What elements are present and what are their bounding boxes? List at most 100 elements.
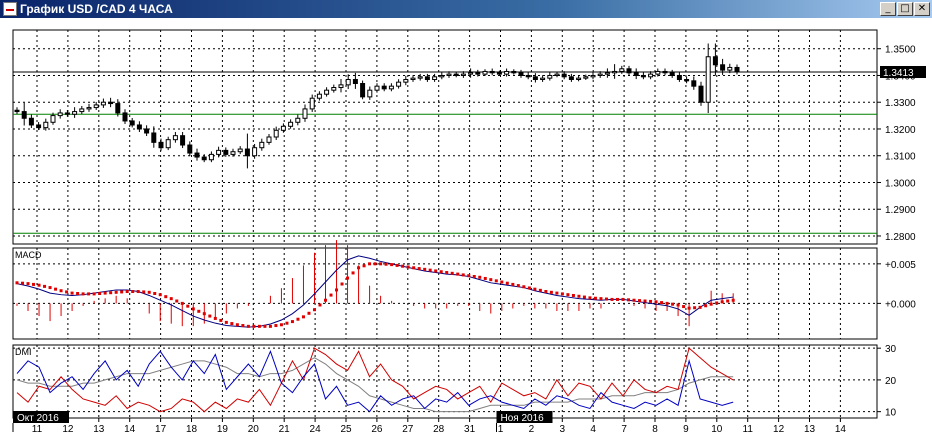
candle-body xyxy=(640,74,646,78)
price-ytick-label: 1.3100 xyxy=(885,152,916,163)
macd-signal-dot xyxy=(362,264,366,268)
candle-body xyxy=(619,68,625,72)
macd-signal-dot xyxy=(285,321,289,325)
candle-body xyxy=(316,93,322,99)
macd-signal-dot xyxy=(439,270,443,274)
macd-signal-dot xyxy=(109,291,113,295)
candle-body xyxy=(28,117,34,126)
macd-signal-dot xyxy=(279,323,283,327)
candle-body xyxy=(511,70,517,74)
macd-signal-dot xyxy=(527,286,531,290)
macd-signal-dot xyxy=(357,266,361,270)
macd-signal-dot xyxy=(604,297,608,301)
current-price-label: 1.3413 xyxy=(883,68,914,79)
macd-signal-dot xyxy=(202,312,206,316)
candle-body xyxy=(583,76,589,79)
x-tick-label: 13 xyxy=(804,424,816,435)
macd-signal-dot xyxy=(241,324,245,328)
minimize-button[interactable]: _ xyxy=(880,2,896,16)
macd-signal-dot xyxy=(660,301,664,305)
macd-signal-dot xyxy=(48,286,52,290)
macd-signal-dot xyxy=(301,315,305,319)
maximize-button[interactable]: □ xyxy=(897,2,913,16)
macd-signal-dot xyxy=(395,263,399,267)
chart-area[interactable]: MACD DMI 1.35001.34001.33001.32001.31001… xyxy=(0,18,932,445)
candle-body xyxy=(36,124,42,129)
macd-signal-dot xyxy=(257,324,261,328)
macd-signal-dot xyxy=(456,272,460,276)
x-tick-label: 24 xyxy=(310,424,322,435)
macd-signal-dot xyxy=(401,264,405,268)
candle-body xyxy=(288,121,294,127)
candle-body xyxy=(460,73,466,76)
macd-signal-dot xyxy=(318,303,322,307)
macd-signal-dot xyxy=(224,320,228,324)
macd-signal-dot xyxy=(522,285,526,289)
candle-body xyxy=(230,151,236,155)
candle-body xyxy=(136,124,142,130)
candle-body xyxy=(21,111,27,119)
candle-body xyxy=(576,77,582,80)
candle-body xyxy=(475,72,481,75)
macd-signal-dot xyxy=(351,271,355,275)
candle-body xyxy=(72,111,78,115)
candle-body xyxy=(338,84,344,89)
candle-body xyxy=(388,85,394,90)
candle-body xyxy=(705,56,711,103)
chart-svg[interactable]: MACD DMI 1.35001.34001.33001.32001.31001… xyxy=(0,18,932,445)
x-tick-label: 9 xyxy=(683,424,689,435)
candle-body xyxy=(554,73,560,76)
dmi-plus-di-line xyxy=(16,349,734,413)
macd-signal-dot xyxy=(268,324,272,328)
macd-signal-dot xyxy=(92,292,96,296)
candle-body xyxy=(540,77,546,80)
candle-body xyxy=(417,76,423,79)
candle-body xyxy=(439,74,445,78)
macd-signal-dot xyxy=(615,297,619,301)
close-button[interactable]: ✕ xyxy=(914,2,930,16)
macd-signal-dot xyxy=(417,267,421,271)
candle-body xyxy=(381,85,387,90)
candle-body xyxy=(280,125,286,131)
macd-signal-dot xyxy=(445,271,449,275)
candle-body xyxy=(201,156,207,161)
candle-body xyxy=(345,78,351,86)
macd-signal-dot xyxy=(412,266,416,270)
dmi-pane: DMI xyxy=(15,347,734,413)
candle-body xyxy=(194,152,200,158)
candle-body xyxy=(374,85,380,91)
macd-signal-dot xyxy=(472,274,476,278)
macd-signal-dot xyxy=(103,291,107,295)
x-tick-label: 4 xyxy=(590,424,596,435)
macd-signal-dot xyxy=(324,298,328,302)
x-tick-label: 8 xyxy=(652,424,658,435)
macd-signal-dot xyxy=(59,289,63,293)
x-tick-label: 12 xyxy=(773,424,785,435)
macd-label: MACD xyxy=(15,250,42,260)
candle-body xyxy=(223,149,229,155)
x-tick-label: 3 xyxy=(560,424,566,435)
price-ytick-label: 1.3200 xyxy=(885,125,916,136)
macd-signal-dot xyxy=(538,288,542,292)
candle-body xyxy=(727,66,733,71)
x-tick-label: 19 xyxy=(217,424,229,435)
candle-body xyxy=(446,73,452,76)
candle-body xyxy=(331,87,337,91)
macd-signal-dot xyxy=(687,306,691,310)
candle-body xyxy=(93,104,99,109)
macd-signal-dot xyxy=(500,280,504,284)
candle-body xyxy=(604,72,610,75)
candle-body xyxy=(151,132,157,143)
macd-signal-dot xyxy=(191,307,195,311)
candle-body xyxy=(172,135,178,141)
candle-body xyxy=(489,70,495,74)
macd-signal-dot xyxy=(544,290,548,294)
candle-body xyxy=(302,108,308,119)
macd-signal-dot xyxy=(208,314,212,318)
title-bar: График USD /CAD 4 ЧАСА _ □ ✕ xyxy=(0,0,932,18)
macd-signal-dot xyxy=(65,290,69,294)
macd-signal-dot xyxy=(632,298,636,302)
period-label: Окт 2016 xyxy=(17,413,59,424)
macd-signal-dot xyxy=(571,293,575,297)
candle-body xyxy=(86,107,92,110)
